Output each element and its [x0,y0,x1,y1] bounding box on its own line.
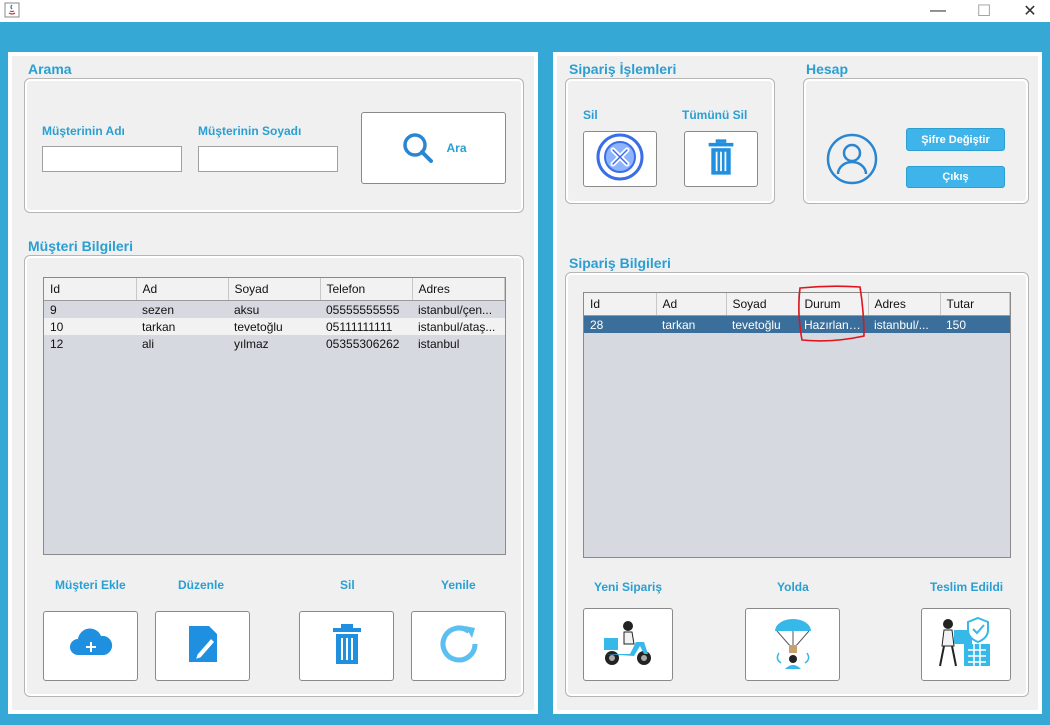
column-header[interactable]: Id [44,278,137,301]
last-name-input[interactable] [198,146,338,172]
edit-customer-label: Düzenle [178,578,225,592]
delete-customer-button[interactable] [299,611,394,681]
table-cell: tevetoğlu [726,315,798,333]
delivered-label: Teslim Edildi [930,580,1004,594]
column-header[interactable]: Adres [868,293,941,316]
table-cell: 05355306262 [326,336,400,351]
cancel-x-icon [595,132,645,187]
table-row[interactable]: 9 sezen aksu 05555555555 istanbul/çen... [44,301,505,319]
customers-section-title: Müşteri Bilgileri [28,238,134,254]
delete-order-button[interactable] [583,131,657,187]
trash-icon [706,136,736,183]
delete-order-label: Sil [583,108,598,122]
table-cell: tarkan [136,318,228,335]
table-cell: 28 [584,315,656,333]
table-cell: tevetoğlu [228,318,320,335]
refresh-icon [435,620,483,673]
order-ops-section-title: Sipariş İşlemleri [569,61,677,77]
first-name-label: Müşterinin Adı [42,124,125,138]
new-order-button[interactable] [583,608,673,681]
table-cell: 10 [44,318,136,335]
table-cell: 150 [940,315,1010,333]
table-cell: 12 [50,336,64,351]
edit-customer-button[interactable] [155,611,250,681]
column-header[interactable]: Soyad [228,278,321,301]
table-cell: istanbul [418,336,460,351]
refresh-button[interactable] [411,611,506,681]
change-password-button[interactable]: Şifre Değiştir [906,128,1005,151]
column-header[interactable]: Soyad [726,293,799,316]
table-cell: 05111111111 [320,318,412,335]
add-customer-button[interactable] [43,611,138,681]
table-row[interactable]: 12 ali yılmaz 05355306262 istanbul [44,335,505,352]
search-button-label: Ara [446,141,467,155]
minimize-button[interactable]: — [916,0,960,22]
user-avatar-icon [825,132,879,186]
delete-customer-label: Sil [340,578,355,592]
table-cell: istanbul/çen... [418,302,493,317]
table-cell: 9 [50,302,57,317]
table-cell: istanbul/ataş... [412,318,505,335]
table-row[interactable]: 10 tarkan tevetoğlu 05111111111 istanbul/ata… [44,318,505,335]
column-header[interactable]: Ad [136,278,229,301]
column-header[interactable]: Telefon [320,278,413,301]
first-name-input[interactable] [42,146,182,172]
new-order-label: Yeni Sipariş [594,580,663,594]
delivered-package-icon [934,614,998,675]
column-header[interactable]: Id [584,293,657,316]
on-the-way-button[interactable] [745,608,840,681]
column-header[interactable]: Ad [656,293,727,316]
window-titlebar: — ☐ ✕ [0,0,1050,22]
customers-table[interactable]: Id Ad Soyad Telefon Adres 9 sezen aksu 05555555… [43,277,506,555]
logout-button[interactable]: Çıkış [906,166,1005,188]
table-cell: yılmaz [234,336,269,351]
search-icon [400,130,436,166]
maximize-button[interactable]: ☐ [962,0,1006,22]
cloud-add-icon [68,627,114,666]
search-section-title: Arama [28,61,72,77]
scooter-courier-icon [598,616,658,673]
table-cell: istanbul/... [868,315,940,333]
table-cell: 05555555555 [326,302,400,317]
table-cell: sezen [142,302,175,317]
delete-all-orders-button[interactable] [684,131,758,187]
orders-section-title: Sipariş Bilgileri [569,255,671,271]
trash-icon [330,622,364,671]
last-name-label: Müşterinin Soyadı [198,124,302,138]
account-section-title: Hesap [806,61,849,77]
delivered-button[interactable] [921,608,1011,681]
parachute-delivery-icon [763,613,823,676]
column-header[interactable]: Tutar [940,293,1010,316]
header-bar [0,22,1050,42]
annotation-highlight [794,284,868,344]
table-cell: aksu [234,302,260,317]
table-cell: tarkan [656,315,726,333]
on-the-way-label: Yolda [777,580,809,594]
java-app-icon [4,2,20,18]
edit-document-icon [183,622,223,671]
delete-all-label: Tümünü Sil [682,108,748,122]
add-customer-label: Müşteri Ekle [55,578,126,592]
close-button[interactable]: ✕ [1008,0,1050,22]
table-cell: ali [142,336,155,351]
refresh-label: Yenile [441,578,476,592]
column-header[interactable]: Adres [412,278,505,301]
search-button[interactable]: Ara [361,112,506,184]
